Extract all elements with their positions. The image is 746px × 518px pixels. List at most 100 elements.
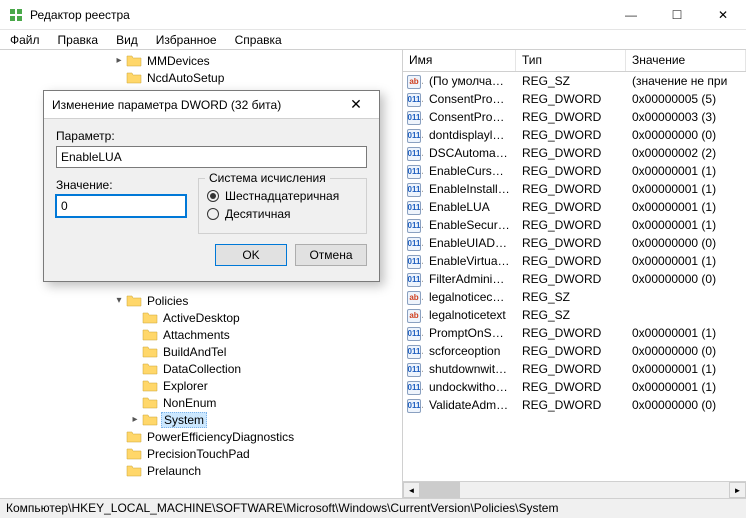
tree-item[interactable]: Attachments xyxy=(0,326,402,343)
list-row[interactable]: 011EnableInstallerD...REG_DWORD0x0000000… xyxy=(403,180,746,198)
col-type[interactable]: Тип xyxy=(516,50,626,71)
tree-toggle-icon[interactable]: ▾ xyxy=(112,295,126,306)
minimize-button[interactable]: — xyxy=(608,0,654,29)
value-name: PromptOnSecur... xyxy=(423,326,516,340)
scroll-thumb[interactable] xyxy=(420,482,460,498)
value-data: 0x00000000 (0) xyxy=(626,128,746,142)
list-row[interactable]: 011EnableSecureUI...REG_DWORD0x00000001 … xyxy=(403,216,746,234)
list-pane[interactable]: Имя Тип Значение ab(По умолчанию)REG_SZ(… xyxy=(403,50,746,498)
list-row[interactable]: 011scforceoptionREG_DWORD0x00000000 (0) xyxy=(403,342,746,360)
param-input[interactable] xyxy=(56,146,367,168)
value-name: undockwithoutl... xyxy=(423,380,516,394)
list-row[interactable]: 011dontdisplaylastu...REG_DWORD0x0000000… xyxy=(403,126,746,144)
list-row[interactable]: 011ValidateAdminC...REG_DWORD0x00000000 … xyxy=(403,396,746,414)
statusbar: Компьютер\HKEY_LOCAL_MACHINE\SOFTWARE\Mi… xyxy=(0,498,746,518)
value-data: 0x00000001 (1) xyxy=(626,380,746,394)
value-type: REG_DWORD xyxy=(516,398,626,412)
cancel-button[interactable]: Отмена xyxy=(295,244,367,266)
tree-item[interactable]: Explorer xyxy=(0,377,402,394)
tree-item[interactable]: NcdAutoSetup xyxy=(0,69,402,86)
list-row[interactable]: 011shutdownwitho...REG_DWORD0x00000001 (… xyxy=(403,360,746,378)
radio-dec[interactable] xyxy=(207,208,219,220)
menu-edit[interactable]: Правка xyxy=(50,31,107,49)
list-row[interactable]: 011ConsentPrompt...REG_DWORD0x00000003 (… xyxy=(403,108,746,126)
value-type-icon: 011 xyxy=(403,91,423,107)
value-type: REG_SZ xyxy=(516,290,626,304)
menu-fav[interactable]: Избранное xyxy=(148,31,225,49)
value-type: REG_DWORD xyxy=(516,254,626,268)
value-type: REG_DWORD xyxy=(516,200,626,214)
value-type-icon: 011 xyxy=(403,163,423,179)
list-row[interactable]: 011EnableCursorSu...REG_DWORD0x00000001 … xyxy=(403,162,746,180)
value-type-icon: 011 xyxy=(403,361,423,377)
value-data: (значение не при xyxy=(626,74,746,88)
list-row[interactable]: ab(По умолчанию)REG_SZ(значение не при xyxy=(403,72,746,90)
close-button[interactable]: ✕ xyxy=(700,0,746,29)
value-type: REG_DWORD xyxy=(516,236,626,250)
menu-file[interactable]: Файл xyxy=(2,31,48,49)
tree-item[interactable]: NonEnum xyxy=(0,394,402,411)
radio-dec-row[interactable]: Десятичная xyxy=(207,207,358,221)
value-data: 0x00000001 (1) xyxy=(626,254,746,268)
value-type: REG_DWORD xyxy=(516,110,626,124)
tree-item[interactable]: PowerEfficiencyDiagnostics xyxy=(0,428,402,445)
value-type-icon: 011 xyxy=(403,235,423,251)
ok-button[interactable]: OK xyxy=(215,244,287,266)
value-type-icon: 011 xyxy=(403,253,423,269)
list-row[interactable]: 011ConsentPrompt...REG_DWORD0x00000005 (… xyxy=(403,90,746,108)
value-name: legalnoticecapti... xyxy=(423,290,516,304)
titlebar: Редактор реестра — ☐ ✕ xyxy=(0,0,746,30)
list-row[interactable]: 011EnableLUAREG_DWORD0x00000001 (1) xyxy=(403,198,746,216)
value-type: REG_DWORD xyxy=(516,218,626,232)
value-name: ConsentPrompt... xyxy=(423,110,516,124)
tree-item[interactable]: ActiveDesktop xyxy=(0,309,402,326)
value-type-icon: 011 xyxy=(403,127,423,143)
menubar: Файл Правка Вид Избранное Справка xyxy=(0,30,746,50)
value-type-icon: 011 xyxy=(403,271,423,287)
value-type: REG_DWORD xyxy=(516,92,626,106)
col-name[interactable]: Имя xyxy=(403,50,516,71)
tree-item[interactable]: PrecisionTouchPad xyxy=(0,445,402,462)
tree-item[interactable]: BuildAndTel xyxy=(0,343,402,360)
tree-item[interactable]: Prelaunch xyxy=(0,462,402,479)
list-row[interactable]: 011EnableVirtualizat...REG_DWORD0x000000… xyxy=(403,252,746,270)
value-type: REG_SZ xyxy=(516,308,626,322)
scroll-right[interactable]: ► xyxy=(729,482,746,498)
tree-item[interactable]: ▸MMDevices xyxy=(0,52,402,69)
radio-hex[interactable] xyxy=(207,190,219,202)
menu-view[interactable]: Вид xyxy=(108,31,146,49)
list-row[interactable]: 011FilterAdministra...REG_DWORD0x0000000… xyxy=(403,270,746,288)
tree-toggle-icon[interactable]: ▸ xyxy=(112,55,126,66)
tree-toggle-icon[interactable]: ▸ xyxy=(128,414,142,425)
value-data: 0x00000003 (3) xyxy=(626,110,746,124)
list-row[interactable]: ablegalnoticecapti...REG_SZ xyxy=(403,288,746,306)
scroll-left[interactable]: ◄ xyxy=(403,482,420,498)
tree-item[interactable]: ▸System xyxy=(0,411,402,428)
value-name: EnableSecureUI... xyxy=(423,218,516,232)
window-title: Редактор реестра xyxy=(30,8,608,22)
tree-label: DataCollection xyxy=(161,362,243,376)
value-input[interactable] xyxy=(56,195,186,217)
list-row[interactable]: 011undockwithoutl...REG_DWORD0x00000001 … xyxy=(403,378,746,396)
tree-item[interactable]: DataCollection xyxy=(0,360,402,377)
tree-label: Explorer xyxy=(161,379,210,393)
value-data: 0x00000001 (1) xyxy=(626,164,746,178)
list-scrollbar[interactable]: ◄ ► xyxy=(403,481,746,498)
maximize-button[interactable]: ☐ xyxy=(654,0,700,29)
col-value[interactable]: Значение xyxy=(626,50,746,71)
value-type-icon: ab xyxy=(403,289,423,305)
list-row[interactable]: 011DSCAutomation...REG_DWORD0x00000002 (… xyxy=(403,144,746,162)
menu-help[interactable]: Справка xyxy=(227,31,290,49)
list-row[interactable]: 011PromptOnSecur...REG_DWORD0x00000001 (… xyxy=(403,324,746,342)
radio-hex-row[interactable]: Шестнадцатеричная xyxy=(207,189,358,203)
tree-label: Prelaunch xyxy=(145,464,203,478)
tree-label: Policies xyxy=(145,294,190,308)
value-data: 0x00000001 (1) xyxy=(626,326,746,340)
value-type-icon: 011 xyxy=(403,199,423,215)
list-row[interactable]: ablegalnoticetextREG_SZ xyxy=(403,306,746,324)
list-header[interactable]: Имя Тип Значение xyxy=(403,50,746,72)
list-row[interactable]: 011EnableUIADeskt...REG_DWORD0x00000000 … xyxy=(403,234,746,252)
value-data: 0x00000000 (0) xyxy=(626,272,746,286)
tree-item[interactable]: ▾ Policies xyxy=(0,292,402,309)
dialog-close-button[interactable]: ✕ xyxy=(341,96,371,113)
